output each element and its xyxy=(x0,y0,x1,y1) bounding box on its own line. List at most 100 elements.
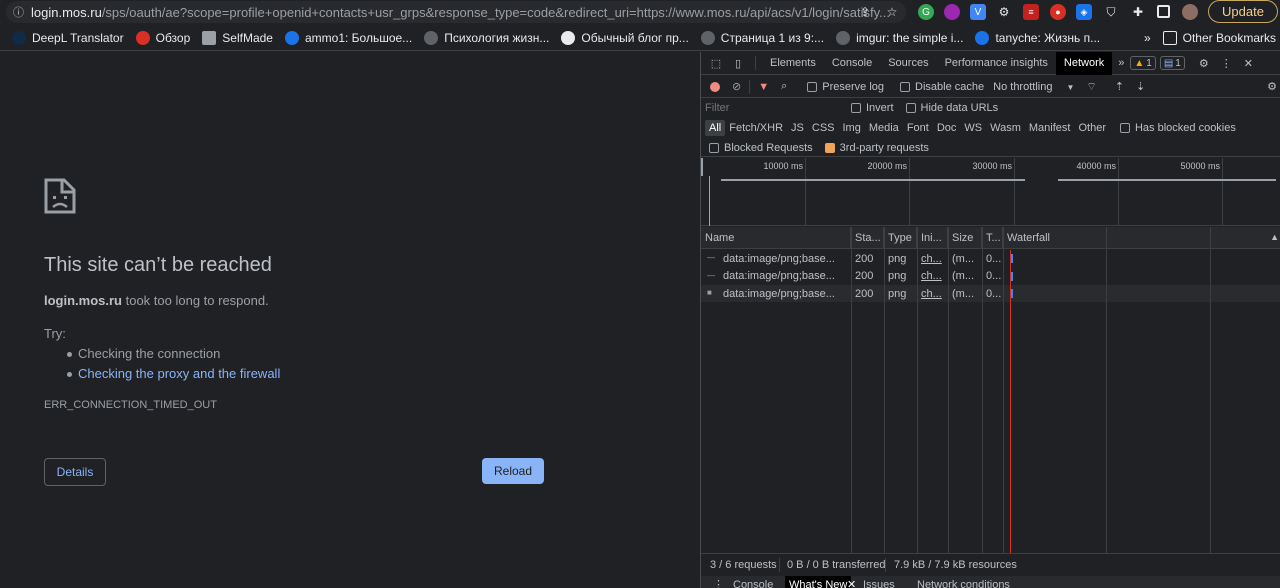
record-icon[interactable] xyxy=(710,81,720,92)
type-filter-img[interactable]: Img xyxy=(839,120,865,136)
bookmark-item[interactable]: DeepL Translator xyxy=(12,30,124,45)
close-devtools-icon[interactable]: ✕ xyxy=(1244,57,1253,70)
table-row[interactable]: ■ data:image/png;base... 200 png ch... (m... 0… xyxy=(701,285,1280,302)
v-extension-icon[interactable]: V xyxy=(970,4,986,20)
bookmark-item[interactable]: Психология жизн... xyxy=(424,30,549,45)
sidebar-icon[interactable] xyxy=(1157,5,1170,18)
timeline-selection-handle[interactable] xyxy=(701,158,703,176)
blue-extension-icon[interactable]: ◈ xyxy=(1076,4,1092,20)
column-header-6[interactable]: Waterfall xyxy=(1003,227,1280,249)
drawer-tab-console[interactable]: Console xyxy=(733,576,773,588)
type-filter-fetch-xhr[interactable]: Fetch/XHR xyxy=(725,120,787,136)
address-bar[interactable]: ⓘ login.mos.ru/sps/oauth/ae?scope=profil… xyxy=(6,1,906,23)
type-filter-other[interactable]: Other xyxy=(1074,120,1110,136)
network-settings-gear-icon[interactable]: ⚙ xyxy=(1267,80,1277,93)
bookmark-item[interactable]: Обычный блог пр... xyxy=(561,30,689,45)
hide-data-urls-box[interactable] xyxy=(905,103,916,114)
column-header-5[interactable]: T... xyxy=(982,227,1003,249)
bookmark-item[interactable]: Обзор xyxy=(135,30,190,45)
type-filter-font[interactable]: Font xyxy=(903,120,933,136)
messages-badge[interactable]: ▤ 1 xyxy=(1159,56,1185,70)
bookmark-item[interactable]: ammo1: Большое... xyxy=(284,30,412,45)
bookmarks-overflow-button[interactable]: » xyxy=(1144,31,1151,45)
profile-avatar[interactable] xyxy=(1182,4,1198,20)
table-row[interactable]: — data:image/png;base... 200 png ch... (m... 0… xyxy=(701,268,1280,285)
sort-ascending-icon[interactable]: ▲ xyxy=(1270,232,1279,242)
hide-data-urls-checkbox[interactable]: Hide data URLs xyxy=(905,102,998,114)
type-filter-media[interactable]: Media xyxy=(865,120,903,136)
other-bookmarks-folder[interactable]: Other Bookmarks xyxy=(1162,30,1276,45)
site-info-icon[interactable]: ⓘ xyxy=(13,4,31,20)
throttling-select[interactable]: No throttling ▼ xyxy=(993,81,1074,93)
update-button[interactable]: Update xyxy=(1208,0,1278,23)
network-conditions-icon[interactable]: ⌔ xyxy=(1086,80,1096,94)
bookmark-item[interactable]: Страница 1 из 9:... xyxy=(700,30,824,45)
extensions-puzzle-icon[interactable]: ✚ xyxy=(1130,4,1146,20)
tab-elements[interactable]: Elements xyxy=(762,52,824,75)
preserve-log-box[interactable] xyxy=(807,81,818,92)
drop-extension-icon[interactable]: ● xyxy=(1050,4,1066,20)
type-filter-manifest[interactable]: Manifest xyxy=(1025,120,1075,136)
bookmark-star-icon[interactable]: ☆ xyxy=(884,4,900,20)
disable-cache-box[interactable] xyxy=(900,81,911,92)
drawer-tab-issues[interactable]: Issues xyxy=(863,576,895,588)
third-party-checkbox[interactable]: 3rd-party requests xyxy=(824,142,929,154)
filter-funnel-icon[interactable]: ▼ xyxy=(758,81,769,93)
drawer-menu-icon[interactable]: ⋮ xyxy=(713,576,724,588)
red-extension-icon[interactable]: ≡ xyxy=(1023,4,1039,20)
import-har-icon[interactable]: ⇡ xyxy=(1115,80,1124,93)
clear-icon[interactable]: ⊘ xyxy=(732,80,741,93)
column-header-0[interactable]: Name xyxy=(701,227,851,249)
blocked-requests-checkbox[interactable]: Blocked Requests xyxy=(709,142,813,154)
has-blocked-cookies-box[interactable] xyxy=(1119,123,1130,134)
reload-button[interactable]: Reload xyxy=(482,458,544,484)
preserve-log-checkbox[interactable]: Preserve log xyxy=(807,81,884,93)
column-header-3[interactable]: Ini... xyxy=(917,227,948,249)
has-blocked-cookies-checkbox[interactable]: Has blocked cookies xyxy=(1119,122,1236,134)
device-toolbar-icon[interactable]: ▯ xyxy=(727,57,749,70)
type-filter-css[interactable]: CSS xyxy=(808,120,839,136)
details-button[interactable]: Details xyxy=(44,458,106,486)
cell-initiator[interactable]: ch... xyxy=(917,250,948,267)
drawer-tab-network-conditions[interactable]: Network conditions xyxy=(917,576,1010,588)
cell-initiator[interactable]: ch... xyxy=(917,268,948,285)
tab-console[interactable]: Console xyxy=(824,52,880,75)
network-overview-timeline[interactable]: 10000 ms 20000 ms 30000 ms 40000 ms 50000 ms xyxy=(701,158,1280,226)
column-header-2[interactable]: Type xyxy=(884,227,917,249)
tab-performance-insights[interactable]: Performance insights xyxy=(937,52,1056,75)
disable-cache-checkbox[interactable]: Disable cache xyxy=(900,81,984,93)
bookmark-item[interactable]: tanyche: Жизнь п... xyxy=(975,30,1100,45)
more-tabs-icon[interactable]: » xyxy=(1118,57,1124,69)
type-filter-doc[interactable]: Doc xyxy=(933,120,961,136)
search-icon[interactable]: ⌕ xyxy=(781,80,787,93)
type-filter-ws[interactable]: WS xyxy=(960,120,986,136)
tab-sources[interactable]: Sources xyxy=(880,52,936,75)
tab-network[interactable]: Network xyxy=(1055,51,1113,75)
kebab-menu-icon[interactable]: ⋮ xyxy=(1221,57,1232,70)
type-filter-js[interactable]: JS xyxy=(787,120,808,136)
invert-checkbox[interactable]: Invert xyxy=(851,102,894,114)
column-header-4[interactable]: Size xyxy=(948,227,982,249)
type-filter-wasm[interactable]: Wasm xyxy=(986,120,1025,136)
warnings-badge[interactable]: ▲ 1 xyxy=(1130,56,1156,70)
filter-input[interactable] xyxy=(705,100,839,116)
bookmark-item[interactable]: imgur: the simple i... xyxy=(836,30,963,45)
bookmark-item[interactable]: SelfMade xyxy=(202,30,273,45)
gear-extension-icon[interactable]: ⚙ xyxy=(996,4,1012,20)
share-icon[interactable]: ⇪ xyxy=(857,4,873,20)
cell-initiator[interactable]: ch... xyxy=(917,285,948,302)
grammarly-extension-icon[interactable]: G xyxy=(918,4,934,20)
suggestion-check-proxy-link[interactable]: Checking the proxy and the firewall xyxy=(66,366,280,386)
drawer-tab-what-s-new[interactable]: What's New xyxy=(785,576,852,588)
type-filter-all[interactable]: All xyxy=(705,120,726,136)
inspect-element-icon[interactable]: ⬚ xyxy=(705,57,727,70)
blocked-requests-box[interactable] xyxy=(709,142,719,153)
shield-icon[interactable]: ⛉ xyxy=(1103,4,1119,20)
close-drawer-tab-icon[interactable]: ✕ xyxy=(847,576,856,588)
column-header-1[interactable]: Sta... xyxy=(851,227,884,249)
color-extension-icon[interactable] xyxy=(944,4,960,20)
table-row[interactable]: — data:image/png;base... 200 png ch... (m... 0… xyxy=(701,250,1280,267)
export-har-icon[interactable]: ⇣ xyxy=(1136,80,1145,93)
settings-gear-icon[interactable]: ⚙ xyxy=(1199,57,1209,70)
invert-box[interactable] xyxy=(851,103,861,114)
